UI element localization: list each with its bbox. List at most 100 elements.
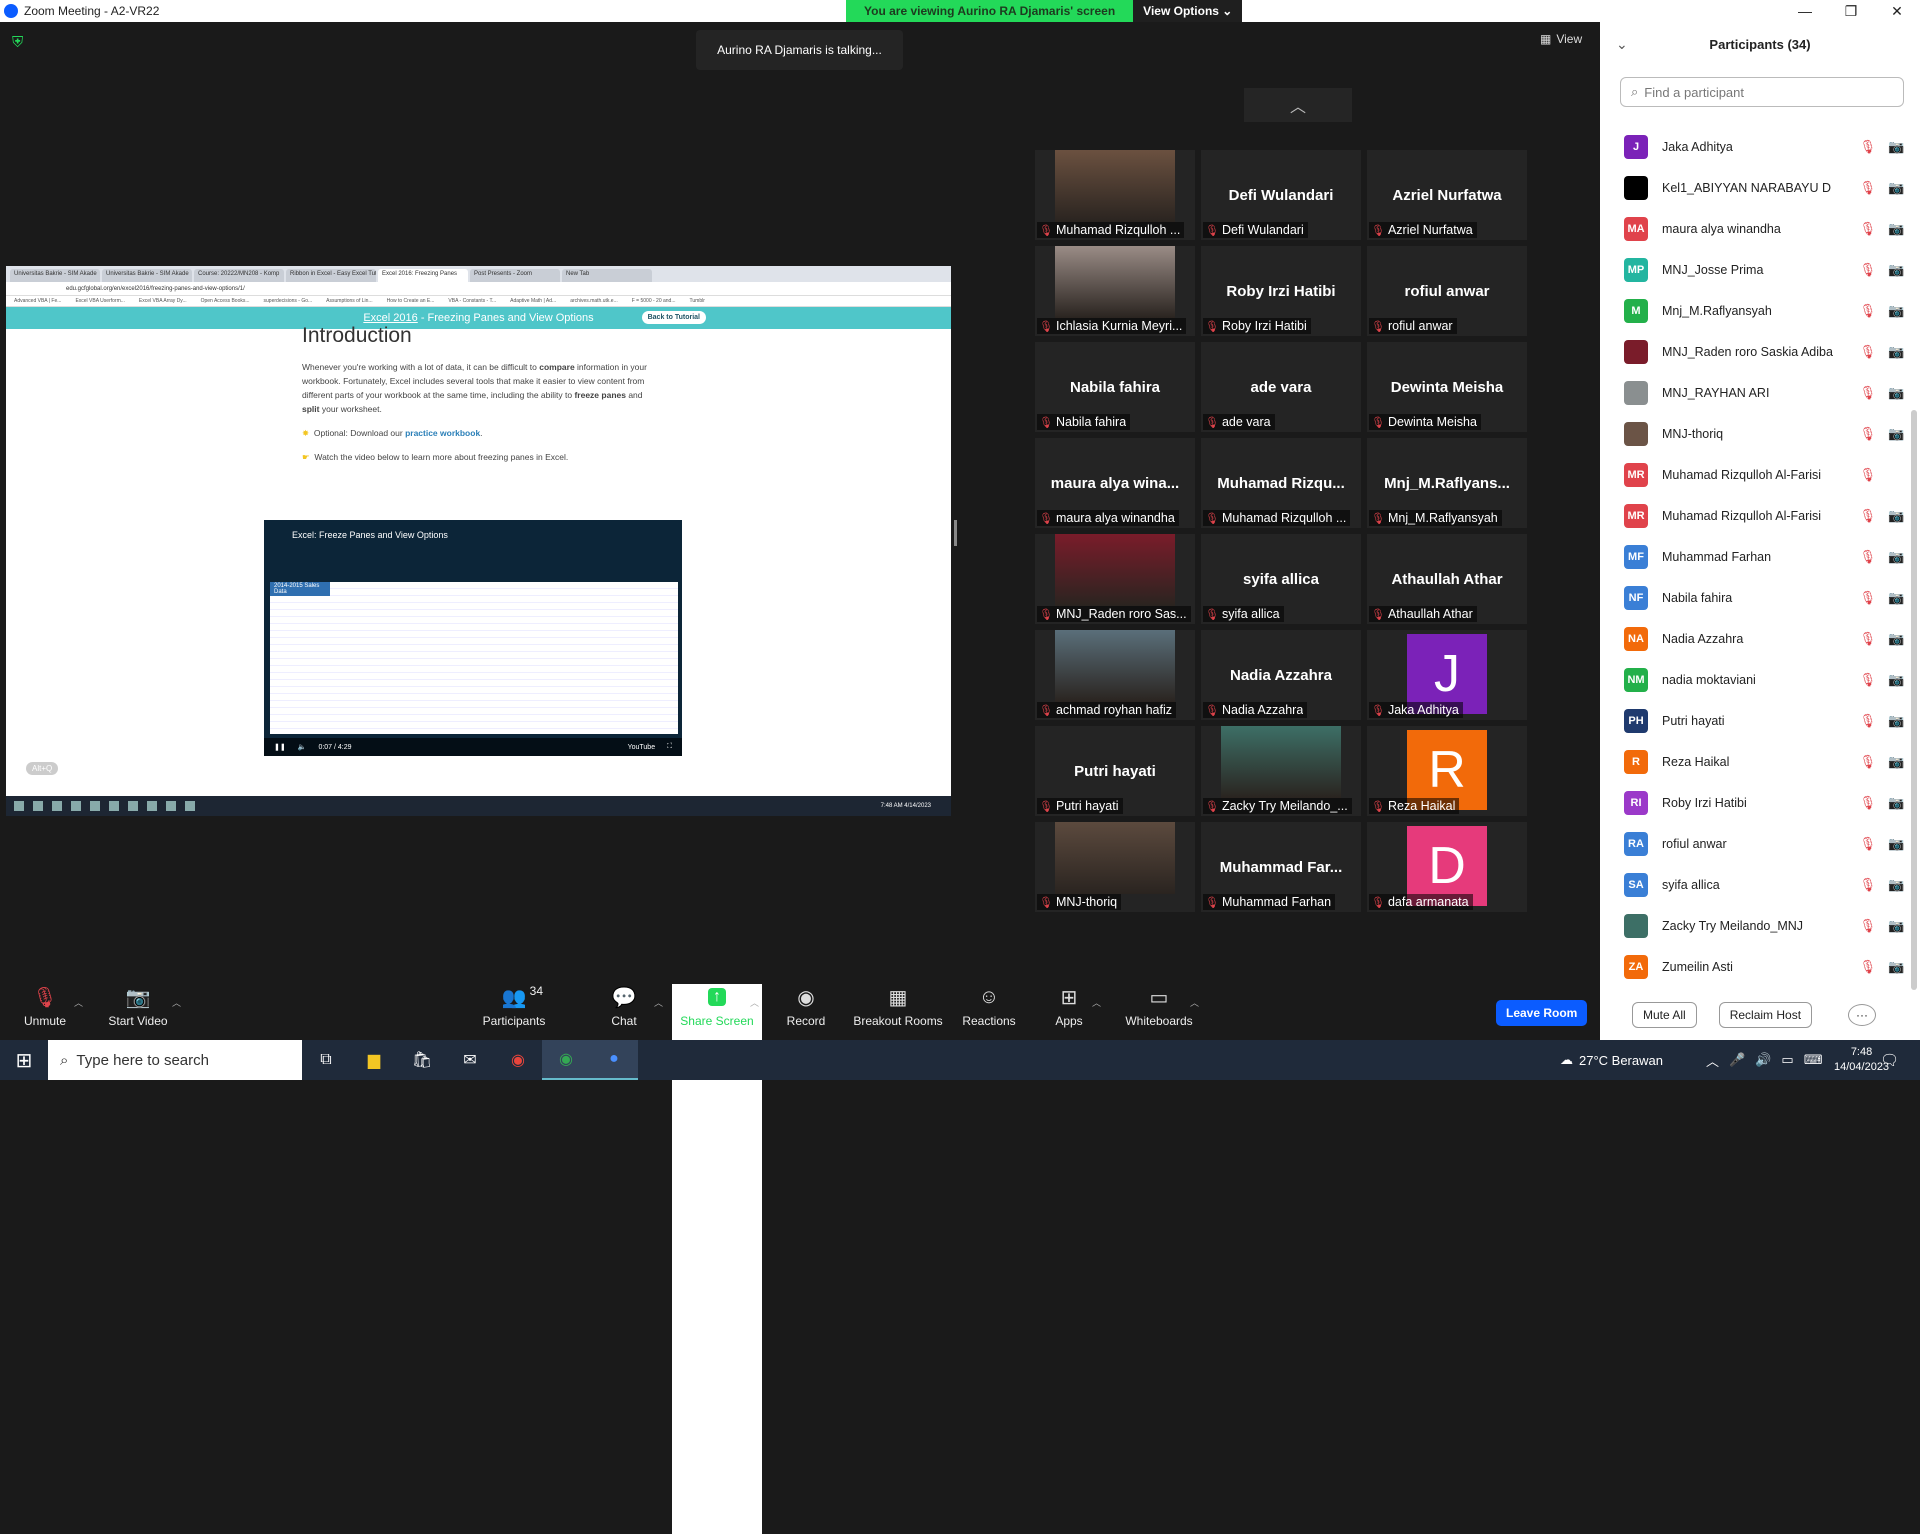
video-tile[interactable]: 🎙 Zacky Try Meilando_... bbox=[1201, 726, 1361, 816]
video-tile[interactable]: syifa allica 🎙 syifa allica bbox=[1201, 534, 1361, 624]
video-tile[interactable]: rofiul anwar 🎙 rofiul anwar bbox=[1367, 246, 1527, 336]
participant-row[interactable]: ZA Zumeilin Asti 🎙 📷 bbox=[1600, 946, 1910, 987]
participant-status-icons: 🎙 📷 bbox=[1859, 795, 1904, 811]
tile-display-name: Nabila fahira bbox=[1069, 379, 1161, 396]
mute-all-button[interactable]: Mute All bbox=[1632, 1002, 1697, 1028]
participant-row[interactable]: MR Muhamad Rizqulloh Al-Farisi 🎙 📷 bbox=[1600, 495, 1910, 536]
video-tile[interactable]: 🎙 Muhamad Rizqulloh ... bbox=[1035, 150, 1195, 240]
maximize-button[interactable]: ❐ bbox=[1828, 0, 1874, 22]
participant-row[interactable]: NM nadia moktaviani 🎙 📷 bbox=[1600, 659, 1910, 700]
participants-button[interactable]: 👥 34 Participants bbox=[469, 984, 559, 1028]
start-video-button[interactable]: 📷 Start Video bbox=[93, 984, 183, 1029]
mic-off-icon: 🎙 bbox=[1859, 630, 1876, 646]
video-tile[interactable]: Putri hayati 🎙 Putri hayati bbox=[1035, 726, 1195, 816]
video-tile[interactable]: ade vara 🎙 ade vara bbox=[1201, 342, 1361, 432]
participant-row[interactable]: Zacky Try Meilando_MNJ 🎙 📷 bbox=[1600, 905, 1910, 946]
keyboard-icon[interactable]: ⌨ bbox=[1804, 1052, 1823, 1068]
chrome-profile-icon[interactable]: ◉ bbox=[542, 1040, 590, 1080]
video-tile[interactable]: Athaullah Athar 🎙 Athaullah Athar bbox=[1367, 534, 1527, 624]
participant-row[interactable]: MP MNJ_Josse Prima 🎙 📷 bbox=[1600, 249, 1910, 290]
participant-row[interactable]: MNJ-thoriq 🎙 📷 bbox=[1600, 413, 1910, 454]
participant-row[interactable]: NF Nabila fahira 🎙 📷 bbox=[1600, 577, 1910, 618]
video-tile[interactable]: Nabila fahira 🎙 Nabila fahira bbox=[1035, 342, 1195, 432]
share-options-caret[interactable]: ︿ bbox=[750, 996, 759, 1009]
participant-row[interactable]: RI Roby Irzi Hatibi 🎙 📷 bbox=[1600, 782, 1910, 823]
apps-options-caret[interactable]: ︿ bbox=[1092, 996, 1101, 1009]
video-tile[interactable]: Mnj_M.Raflyans... 🎙 Mnj_M.Raflyansyah bbox=[1367, 438, 1527, 528]
file-explorer-icon[interactable]: ▆ bbox=[350, 1040, 398, 1080]
participant-name: MNJ_Josse Prima bbox=[1662, 262, 1764, 277]
tile-label-text: Defi Wulandari bbox=[1221, 223, 1304, 237]
video-tile[interactable]: Nadia Azzahra 🎙 Nadia Azzahra bbox=[1201, 630, 1361, 720]
video-tile[interactable]: Roby Irzi Hatibi 🎙 Roby Irzi Hatibi bbox=[1201, 246, 1361, 336]
mail-icon[interactable]: ✉ bbox=[446, 1040, 494, 1080]
video-off-icon: 📷 bbox=[125, 986, 151, 1009]
record-button[interactable]: ◉ Record bbox=[761, 984, 851, 1029]
video-tile[interactable]: 🎙 MNJ_Raden roro Sas... bbox=[1035, 534, 1195, 624]
video-options-caret[interactable]: ︿ bbox=[172, 996, 181, 1009]
network-icon[interactable]: ▭ bbox=[1781, 1052, 1793, 1068]
video-tile[interactable]: Muhamad Rizqu... 🎙 Muhamad Rizqulloh ... bbox=[1201, 438, 1361, 528]
breakout-rooms-button[interactable]: ▦ Breakout Rooms bbox=[853, 984, 943, 1029]
video-tile[interactable]: Dewinta Meisha 🎙 Dewinta Meisha bbox=[1367, 342, 1527, 432]
record-icon: ◉ bbox=[797, 986, 815, 1009]
view-options-button[interactable]: View Options ⌄ bbox=[1133, 0, 1243, 22]
app-icon bbox=[71, 801, 81, 811]
reactions-button[interactable]: ☺ Reactions bbox=[944, 984, 1034, 1029]
resize-handle[interactable] bbox=[954, 520, 957, 546]
participant-row[interactable]: M Mnj_M.Raflyansyah 🎙 📷 bbox=[1600, 290, 1910, 331]
store-icon[interactable]: 🛍 bbox=[398, 1040, 446, 1080]
taskbar-search-input[interactable]: ⌕ Type here to search bbox=[48, 1040, 302, 1080]
tile-label-text: Athaullah Athar bbox=[1387, 607, 1473, 621]
audio-options-caret[interactable]: ︿ bbox=[74, 996, 83, 1009]
video-tile[interactable]: maura alya wina... 🎙 maura alya winandha bbox=[1035, 438, 1195, 528]
volume-icon[interactable]: 🔊 bbox=[1755, 1052, 1771, 1068]
notification-icon[interactable]: 🗨 bbox=[1880, 1051, 1899, 1069]
minimize-button[interactable]: — bbox=[1782, 0, 1828, 22]
reclaim-host-button[interactable]: Reclaim Host bbox=[1718, 1002, 1813, 1028]
optional-text-end: . bbox=[480, 428, 483, 438]
chat-options-caret[interactable]: ︿ bbox=[654, 996, 663, 1009]
tray-chevron-icon[interactable]: ︿ bbox=[1706, 1051, 1719, 1070]
more-options-button[interactable]: ··· bbox=[1848, 1004, 1877, 1026]
scroll-up-button[interactable]: ︿ bbox=[1244, 88, 1352, 122]
participants-scrollbar[interactable] bbox=[1911, 410, 1917, 990]
close-button[interactable]: ✕ bbox=[1874, 0, 1920, 22]
participant-row[interactable]: R Reza Haikal 🎙 📷 bbox=[1600, 741, 1910, 782]
participant-row[interactable]: MR Muhamad Rizqulloh Al-Farisi 🎙 bbox=[1600, 454, 1910, 495]
browser-tab: Universitas Bakrie - SIM Akade bbox=[102, 269, 192, 282]
view-button[interactable]: ▦ View bbox=[1540, 32, 1582, 46]
weather-widget[interactable]: ☁ 27°C Berawan bbox=[1560, 1052, 1663, 1068]
participant-row[interactable]: J Jaka Adhitya 🎙 📷 bbox=[1600, 126, 1910, 167]
chrome-icon[interactable]: ◉ bbox=[494, 1040, 542, 1080]
participant-row[interactable]: MA maura alya winandha 🎙 📷 bbox=[1600, 208, 1910, 249]
video-tile[interactable]: Azriel Nurfatwa 🎙 Azriel Nurfatwa bbox=[1367, 150, 1527, 240]
tile-label-text: Nabila fahira bbox=[1055, 415, 1127, 429]
zoom-taskbar-icon[interactable]: ● bbox=[590, 1040, 638, 1080]
video-tile[interactable]: 🎙 MNJ-thoriq bbox=[1035, 822, 1195, 912]
participant-row[interactable]: PH Putri hayati 🎙 📷 bbox=[1600, 700, 1910, 741]
participant-row[interactable]: Kel1_ABIYYAN NARABAYU D 🎙 📷 bbox=[1600, 167, 1910, 208]
find-participant-input[interactable]: ⌕ Find a participant bbox=[1620, 77, 1904, 107]
leave-room-button[interactable]: Leave Room bbox=[1496, 1000, 1588, 1026]
video-tile[interactable]: Defi Wulandari 🎙 Defi Wulandari bbox=[1201, 150, 1361, 240]
video-tile[interactable]: 🎙 achmad royhan hafiz bbox=[1035, 630, 1195, 720]
participant-row[interactable]: NA Nadia Azzahra 🎙 📷 bbox=[1600, 618, 1910, 659]
participant-name: Zumeilin Asti bbox=[1662, 959, 1733, 974]
task-view-icon[interactable]: ⧉ bbox=[302, 1040, 350, 1080]
video-tile[interactable]: Muhammad Far... 🎙 Muhammad Farhan bbox=[1201, 822, 1361, 912]
participant-row[interactable]: MF Muhammad Farhan 🎙 📷 bbox=[1600, 536, 1910, 577]
video-tile[interactable]: R 🎙 Reza Haikal bbox=[1367, 726, 1527, 816]
mic-icon[interactable]: 🎤 bbox=[1729, 1052, 1745, 1068]
video-tile[interactable]: J 🎙 Jaka Adhitya bbox=[1367, 630, 1527, 720]
bookmark-item: Tumblr bbox=[689, 298, 705, 304]
shield-icon[interactable]: ⛨ bbox=[12, 34, 28, 52]
windows-start-icon[interactable]: ⊞ bbox=[0, 1040, 48, 1080]
participant-row[interactable]: RA rofiul anwar 🎙 📷 bbox=[1600, 823, 1910, 864]
participant-row[interactable]: SA syifa allica 🎙 📷 bbox=[1600, 864, 1910, 905]
video-tile[interactable]: D 🎙 dafa armanata bbox=[1367, 822, 1527, 912]
participant-row[interactable]: MNJ_Raden roro Saskia Adiba 🎙 📷 bbox=[1600, 331, 1910, 372]
whiteboard-options-caret[interactable]: ︿ bbox=[1190, 996, 1199, 1009]
video-tile[interactable]: 🎙 Ichlasia Kurnia Meyri... bbox=[1035, 246, 1195, 336]
participant-row[interactable]: MNJ_RAYHAN ARI 🎙 📷 bbox=[1600, 372, 1910, 413]
